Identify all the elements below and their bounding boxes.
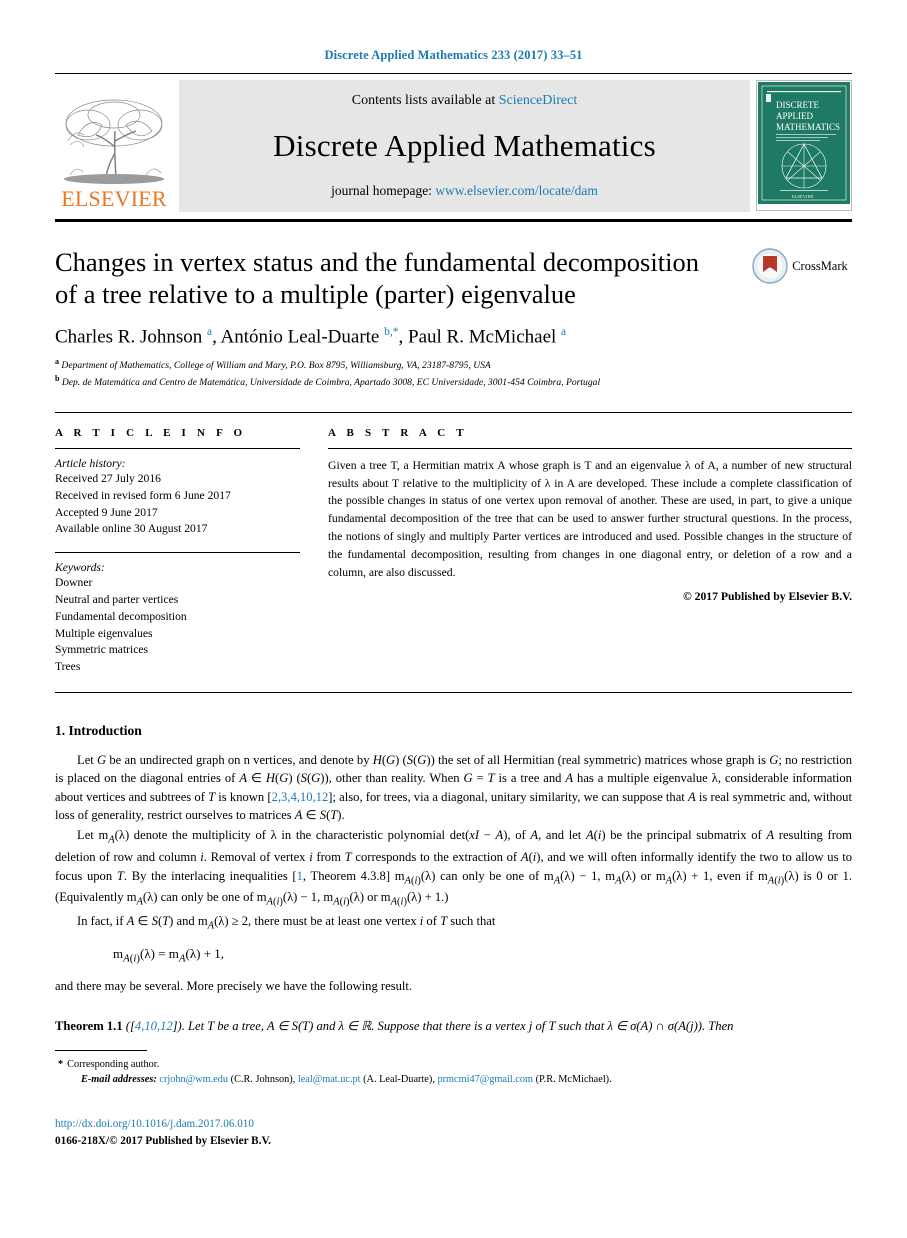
- affil-marker-a2[interactable]: a: [561, 326, 566, 338]
- footnote-block: * Corresponding author. E-mail addresses:…: [55, 1050, 852, 1149]
- email-addresses-note: E-mail addresses: crjohn@wm.edu (C.R. Jo…: [81, 1074, 612, 1086]
- svg-text:APPLIED: APPLIED: [776, 111, 814, 121]
- footnote-rule: [55, 1050, 147, 1051]
- abstract-heading: A B S T R A C T: [328, 426, 468, 439]
- homepage-prefix: journal homepage:: [331, 183, 436, 198]
- info-abstract-block: A R T I C L E I N F O Article history: R…: [55, 411, 852, 676]
- abstract-bottom-rule: [55, 691, 852, 693]
- keyword-item: Downer: [55, 576, 93, 590]
- abstract-text: Given a tree T, a Hermitian matrix A who…: [328, 458, 852, 579]
- doi-block: http://dx.doi.org/10.1016/j.dam.2017.06.…: [55, 1116, 852, 1150]
- citation-ref[interactable]: 2,3,4,10,12: [272, 790, 329, 804]
- banner-bottom-rule: [55, 219, 852, 222]
- affil-marker-a[interactable]: a: [207, 326, 212, 338]
- page-title: Changes in vertex status and the fundame…: [55, 246, 742, 311]
- affiliation-a-text: Department of Mathematics, College of Wi…: [61, 359, 491, 371]
- keywords-block: Keywords: Downer Neutral and parter vert…: [55, 552, 300, 676]
- section-heading-introduction: 1. Introduction: [55, 722, 142, 738]
- article-info-heading: A R T I C L E I N F O: [55, 426, 247, 439]
- email-link-2[interactable]: leal@mat.uc.pt: [298, 1074, 361, 1085]
- email-owner-2: (A. Leal-Duarte): [363, 1074, 433, 1086]
- doi-link[interactable]: http://dx.doi.org/10.1016/j.dam.2017.06.…: [55, 1116, 852, 1133]
- svg-text:ELSEVIER: ELSEVIER: [792, 194, 813, 199]
- journal-title: Discrete Applied Mathematics: [273, 128, 656, 163]
- corresponding-author-note: * Corresponding author.: [55, 1057, 852, 1072]
- citation-ref[interactable]: 1: [297, 869, 303, 883]
- contents-available-line: Contents lists available at ScienceDirec…: [352, 93, 578, 109]
- history-item: Available online 30 August 2017: [55, 522, 208, 536]
- affiliation-b-text: Dep. de Matemática and Centro de Matemát…: [61, 377, 601, 389]
- homepage-link[interactable]: www.elsevier.com/locate/dam: [435, 183, 598, 198]
- crossmark-icon: [752, 248, 788, 284]
- issn-copyright-line: 0166-218X/© 2017 Published by Elsevier B…: [55, 1134, 271, 1147]
- affiliations: a Department of Mathematics, College of …: [55, 356, 742, 390]
- paragraph-2: Let mA(λ) denote the multiplicity of λ i…: [55, 828, 853, 908]
- abstract-column: A B S T R A C T Given a tree T, a Hermit…: [328, 427, 852, 676]
- keyword-item: Symmetric matrices: [55, 643, 149, 657]
- title-line-1: Changes in vertex status and the fundame…: [55, 247, 699, 277]
- affiliation-a: a Department of Mathematics, College of …: [55, 356, 491, 371]
- history-item: Received 27 July 2016: [55, 471, 161, 485]
- article-info-rule: [55, 447, 300, 449]
- keywords-title: Keywords:: [55, 561, 105, 575]
- journal-cover-thumbnail: DISCRETE APPLIED MATHEMATICS ELSEVIER: [756, 80, 852, 211]
- paper-page: Discrete Applied Mathematics 233 (2017) …: [0, 0, 907, 1238]
- contents-prefix: Contents lists available at: [351, 93, 499, 108]
- elsevier-logo: ELSEVIER: [55, 80, 173, 212]
- affiliation-b: b Dep. de Matemática and Centro de Matem…: [55, 373, 601, 389]
- crossmark-badge[interactable]: CrossMark: [748, 248, 852, 284]
- abstract-copyright: © 2017 Published by Elsevier B.V.: [682, 590, 852, 604]
- keyword-item: Neutral and parter vertices: [55, 592, 179, 606]
- title-block: CrossMark Changes in vertex status and t…: [55, 246, 852, 390]
- author-list: Charles R. Johnson a, António Leal-Duart…: [55, 325, 567, 347]
- elsevier-wordmark: ELSEVIER: [61, 186, 167, 211]
- affil-marker-b[interactable]: b,*: [384, 326, 398, 338]
- theorem-1-1: Theorem 1.1 ([4,10,12]). Let T be a tree…: [55, 1019, 734, 1034]
- paragraph-1: Let G be an undirected graph on n vertic…: [55, 752, 853, 823]
- crossmark-label: CrossMark: [792, 258, 848, 273]
- svg-text:MATHEMATICS: MATHEMATICS: [776, 122, 840, 132]
- email-label: E-mail addresses:: [81, 1074, 157, 1086]
- keyword-item: Fundamental decomposition: [55, 609, 187, 623]
- journal-homepage-line: journal homepage: www.elsevier.com/locat…: [331, 183, 598, 199]
- corresponding-author-text: Corresponding author.: [67, 1059, 160, 1070]
- asterisk-icon: *: [58, 1059, 64, 1070]
- email-link-3[interactable]: prmcmi47@gmail.com: [437, 1074, 533, 1085]
- history-item: Received in revised form 6 June 2017: [55, 488, 231, 502]
- keyword-item: Trees: [55, 660, 81, 674]
- history-item: Accepted 9 June 2017: [55, 505, 158, 519]
- journal-banner: ELSEVIER Contents lists available at Sci…: [55, 73, 852, 212]
- email-owner-1: (C.R. Johnson): [230, 1074, 293, 1086]
- elsevier-tree-icon: [64, 99, 164, 184]
- keywords-rule: [55, 552, 300, 554]
- email-link-1[interactable]: crjohn@wm.edu: [159, 1074, 228, 1085]
- paragraph-4: and there may be several. More precisely…: [55, 978, 413, 993]
- paragraph-3: In fact, if A ∈ S(T) and mA(λ) ≥ 2, ther…: [77, 914, 496, 932]
- journal-cover-image: DISCRETE APPLIED MATHEMATICS ELSEVIER: [758, 82, 850, 204]
- article-info-column: A R T I C L E I N F O Article history: R…: [55, 427, 300, 676]
- theorem-citation-ref[interactable]: 4,10,12: [135, 1019, 173, 1033]
- svg-text:DISCRETE: DISCRETE: [776, 100, 820, 110]
- display-equation: mA(i)(λ) = mA(λ) + 1,: [113, 946, 225, 965]
- running-head: Discrete Applied Mathematics 233 (2017) …: [324, 48, 583, 62]
- sciencedirect-link[interactable]: ScienceDirect: [499, 93, 578, 108]
- email-owner-3: (P.R. McMichael): [535, 1074, 610, 1086]
- article-history-title: Article history:: [55, 456, 126, 470]
- introduction-section: 1. Introduction Let G be an undirected g…: [55, 723, 852, 1036]
- keyword-item: Multiple eigenvalues: [55, 626, 153, 640]
- theorem-label: Theorem 1.1: [55, 1019, 123, 1034]
- banner-center: Contents lists available at ScienceDirec…: [179, 80, 750, 212]
- title-line-2: of a tree relative to a multiple (parter…: [55, 279, 576, 310]
- abstract-rule: [328, 447, 852, 449]
